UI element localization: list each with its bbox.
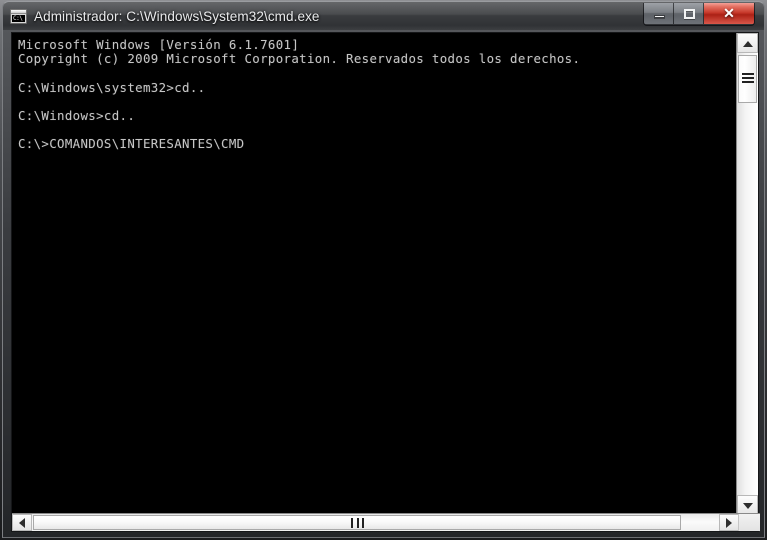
chevron-right-icon <box>726 517 732 528</box>
window-client-area: Microsoft Windows [Versión 6.1.7601] Cop… <box>2 30 765 538</box>
chevron-up-icon <box>742 41 753 47</box>
close-button[interactable]: ✕ <box>704 3 754 24</box>
console-line: Microsoft Windows [Versión 6.1.7601] <box>18 37 300 52</box>
maximize-icon <box>684 9 695 19</box>
scrollbar-corner <box>738 514 760 531</box>
console-frame: Microsoft Windows [Versión 6.1.7601] Cop… <box>11 32 760 532</box>
vertical-scrollbar-thumb[interactable] <box>738 55 757 103</box>
grip-bars-icon <box>351 517 364 528</box>
console-line: C:\>COMANDOS\INTERESANTES\CMD <box>18 136 245 152</box>
window-controls: ✕ <box>643 3 755 26</box>
icon-titlebar-strip <box>11 10 26 14</box>
scroll-down-button[interactable] <box>737 495 758 515</box>
minimize-icon <box>654 15 665 18</box>
vertical-scrollbar-track[interactable] <box>737 53 758 495</box>
scroll-right-button[interactable] <box>719 514 739 531</box>
titlebar[interactable]: C:\ Administrador: C:\Windows\System32\c… <box>2 1 765 30</box>
horizontal-scrollbar[interactable] <box>12 513 760 531</box>
horizontal-scrollbar-thumb[interactable] <box>33 515 681 530</box>
maximize-button[interactable] <box>674 3 704 24</box>
cmd-console-icon: C:\ <box>10 9 27 24</box>
console-line: Copyright (c) 2009 Microsoft Corporation… <box>18 51 581 67</box>
vertical-scrollbar[interactable] <box>736 33 758 515</box>
icon-screen-glyph: C:\ <box>12 15 25 22</box>
minimize-button[interactable] <box>644 3 674 24</box>
grip-lines-icon <box>741 73 754 85</box>
chevron-down-icon <box>742 503 753 509</box>
close-icon: ✕ <box>723 5 735 21</box>
scroll-up-button[interactable] <box>737 33 758 53</box>
console-line: C:\Windows>cd.. <box>18 107 136 123</box>
chevron-left-icon <box>19 517 25 528</box>
console-line: C:\Windows\system32>cd.. <box>18 79 206 95</box>
window-title: Administrador: C:\Windows\System32\cmd.e… <box>34 9 320 24</box>
scroll-left-button[interactable] <box>12 514 32 531</box>
console-output[interactable]: Microsoft Windows [Versión 6.1.7601] Cop… <box>12 33 738 515</box>
cmd-window: C:\ Administrador: C:\Windows\System32\c… <box>0 0 767 540</box>
